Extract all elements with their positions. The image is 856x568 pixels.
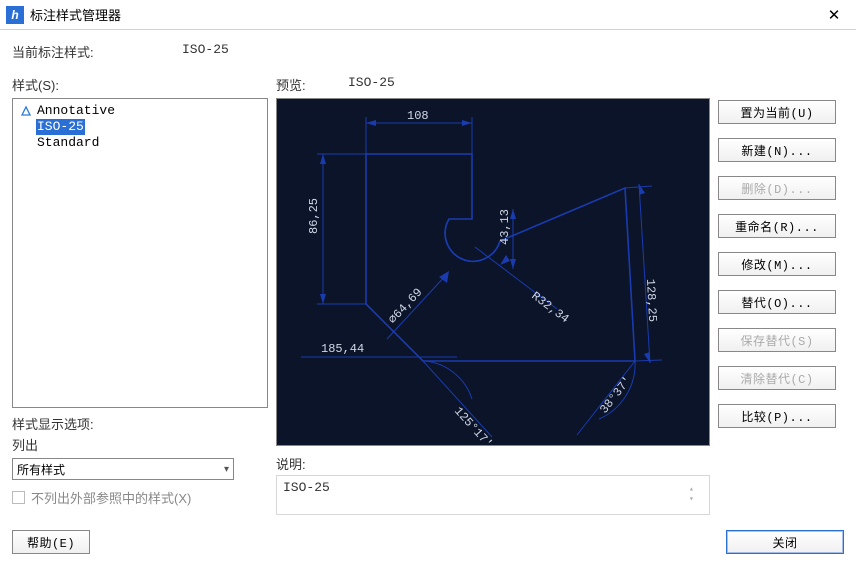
- description-box: ISO-25 ▴ ▾: [276, 475, 710, 515]
- style-item-label: ISO-25: [36, 119, 85, 135]
- help-button[interactable]: 帮助(E): [12, 530, 90, 554]
- override-button[interactable]: 替代(O)...: [718, 290, 836, 314]
- preview-canvas: 108 86,25 128,25 43,13: [276, 98, 710, 446]
- dim-8625: 86,25: [307, 198, 321, 234]
- styles-header: 样式(S):: [12, 75, 276, 94]
- delete-button: 删除(D)...: [718, 176, 836, 200]
- display-options-label: 样式显示选项:: [12, 414, 268, 433]
- dim-108: 108: [407, 109, 429, 123]
- exclude-xref-checkbox-row[interactable]: 不列出外部参照中的样式(X): [12, 488, 268, 507]
- clear-override-button: 清除替代(C): [718, 366, 836, 390]
- rename-button[interactable]: 重命名(R)...: [718, 214, 836, 238]
- chevron-down-icon: ▾: [224, 464, 229, 475]
- dim-a12517: 125°17': [451, 404, 495, 445]
- preview-header-label: 预览:: [276, 75, 348, 94]
- window-close-button[interactable]: ✕: [812, 0, 856, 30]
- exclude-xref-label: 不列出外部参照中的样式(X): [31, 488, 191, 507]
- spinner-up-icon[interactable]: ▴: [689, 486, 703, 494]
- save-override-button: 保存替代(S): [718, 328, 836, 352]
- new-button[interactable]: 新建(N)...: [718, 138, 836, 162]
- style-item-annotative[interactable]: Annotative: [19, 103, 261, 119]
- dim-a3837: 38°37': [597, 374, 635, 417]
- title-bar: h 标注样式管理器 ✕: [0, 0, 856, 30]
- list-filter-select[interactable]: 所有样式 ▾: [12, 458, 234, 480]
- dim-r3234: R32,34: [529, 289, 572, 326]
- list-label: 列出: [12, 435, 268, 454]
- compare-button[interactable]: 比较(P)...: [718, 404, 836, 428]
- spinner-down-icon[interactable]: ▾: [689, 496, 703, 504]
- styles-listbox[interactable]: Annotative ISO-25 Standard: [12, 98, 268, 408]
- close-button[interactable]: 关闭: [726, 530, 844, 554]
- description-text: ISO-25: [283, 480, 330, 510]
- blank-icon: [20, 137, 32, 149]
- window-title: 标注样式管理器: [30, 5, 812, 24]
- style-item-label: Annotative: [36, 103, 116, 119]
- dim-4313: 43,13: [498, 209, 512, 245]
- list-filter-value: 所有样式: [17, 461, 65, 478]
- preview-header-value: ISO-25: [348, 75, 395, 94]
- checkbox-icon[interactable]: [12, 491, 25, 504]
- current-style-value: ISO-25: [182, 42, 229, 61]
- style-item-standard[interactable]: Standard: [19, 135, 261, 151]
- description-label: 说明:: [276, 454, 710, 473]
- blank-icon: [20, 121, 32, 133]
- current-style-label: 当前标注样式:: [12, 42, 182, 61]
- current-style-row: 当前标注样式: ISO-25: [12, 42, 844, 61]
- dim-phi6469: ⌀64,69: [386, 286, 426, 327]
- description-spinner[interactable]: ▴ ▾: [689, 480, 703, 510]
- set-current-button[interactable]: 置为当前(U): [718, 100, 836, 124]
- style-item-label: Standard: [36, 135, 100, 151]
- modify-button[interactable]: 修改(M)...: [718, 252, 836, 276]
- app-icon: h: [6, 6, 24, 24]
- annotative-icon: [20, 105, 32, 117]
- dim-12825: 128,25: [643, 278, 659, 322]
- dim-18544: 185,44: [321, 342, 364, 356]
- style-item-iso25[interactable]: ISO-25: [19, 119, 261, 135]
- section-headers: 样式(S): 预览: ISO-25: [12, 75, 844, 94]
